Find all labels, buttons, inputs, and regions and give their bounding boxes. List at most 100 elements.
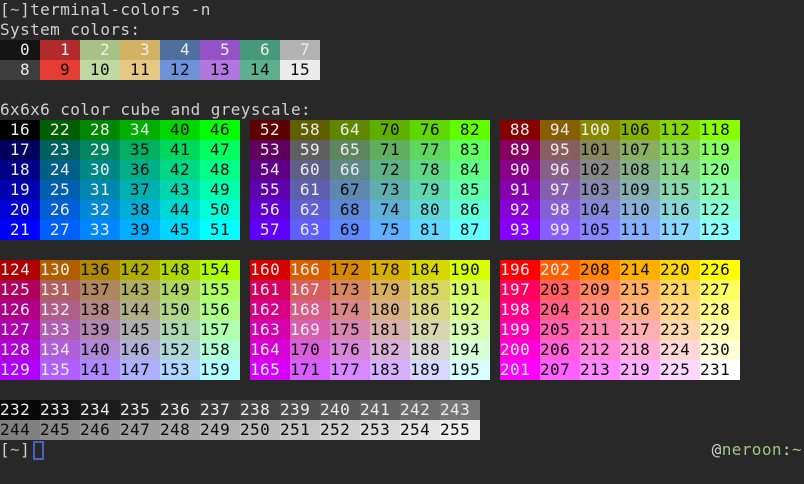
color-cell-58: 58	[290, 120, 330, 140]
color-cell-95: 95	[540, 140, 580, 160]
color-cell-149: 149	[160, 280, 200, 300]
color-cell-20: 20	[0, 200, 40, 220]
cube-row: 566268748086	[250, 200, 490, 220]
color-cell-144: 144	[120, 300, 160, 320]
terminal-screen[interactable]: [~]terminal-colors -n System colors: 012…	[0, 0, 804, 484]
color-cell-244: 244	[0, 420, 40, 440]
color-cell-65: 65	[330, 140, 370, 160]
color-cell-234: 234	[80, 400, 120, 420]
color-cell-157: 157	[200, 320, 240, 340]
color-cell-17: 17	[0, 140, 40, 160]
color-cell-160: 160	[250, 260, 290, 280]
color-cell-194: 194	[450, 340, 490, 360]
color-cell-122: 122	[700, 200, 740, 220]
color-cell-147: 147	[120, 360, 160, 380]
color-cell-154: 154	[200, 260, 240, 280]
color-cell-21: 21	[0, 220, 40, 240]
color-cell-90: 90	[500, 160, 540, 180]
greyscale-row-1: 232233234235236237238239240241242243	[0, 400, 804, 420]
color-cell-39: 39	[120, 220, 160, 240]
color-cell-222: 222	[660, 300, 700, 320]
color-cell-61: 61	[290, 180, 330, 200]
color-cell-158: 158	[200, 340, 240, 360]
color-cell-196: 196	[500, 260, 540, 280]
color-cell-38: 38	[120, 200, 160, 220]
cube-row: 201207213219225231	[500, 360, 740, 380]
cube-row: 198204210216222228	[500, 300, 740, 320]
cube-row: 9197103109115121	[500, 180, 740, 200]
color-cell-42: 42	[160, 160, 200, 180]
color-cell-16: 16	[0, 120, 40, 140]
color-cell-111: 111	[620, 220, 660, 240]
blank-line	[0, 240, 804, 260]
color-cell-181: 181	[370, 320, 410, 340]
color-cell-72: 72	[370, 160, 410, 180]
color-cell-251: 251	[280, 420, 320, 440]
color-cell-57: 57	[250, 220, 290, 240]
color-cell-105: 105	[580, 220, 620, 240]
cube-row: 199205211217223229	[500, 320, 740, 340]
color-cell-130: 130	[40, 260, 80, 280]
cube-row: 9399105111117123	[500, 220, 740, 240]
color-cell-229: 229	[700, 320, 740, 340]
color-cell-46: 46	[200, 120, 240, 140]
color-cell-220: 220	[660, 260, 700, 280]
color-cell-183: 183	[370, 360, 410, 380]
color-cell-192: 192	[450, 300, 490, 320]
cube-row: 192531374349	[0, 180, 240, 200]
color-cell-238: 238	[240, 400, 280, 420]
status-colon: :	[782, 440, 792, 459]
color-cell-232: 232	[0, 400, 40, 420]
color-cell-188: 188	[410, 340, 450, 360]
color-cell-30: 30	[80, 160, 120, 180]
color-cell-152: 152	[160, 340, 200, 360]
color-cell-221: 221	[660, 280, 700, 300]
color-cell-91: 91	[500, 180, 540, 200]
cube-row: 212733394551	[0, 220, 240, 240]
color-cell-193: 193	[450, 320, 490, 340]
prompt-tilde: ~	[10, 0, 20, 19]
blank-line	[0, 380, 804, 400]
color-cell-237: 237	[200, 400, 240, 420]
color-cell-213: 213	[580, 360, 620, 380]
cube-block-6: 1962022082142202261972032092152212271982…	[500, 260, 740, 380]
cube-row: 9096102108114120	[500, 160, 740, 180]
color-cell-27: 27	[40, 220, 80, 240]
status-at-sign: @	[712, 440, 722, 459]
color-cell-207: 207	[540, 360, 580, 380]
color-cell-250: 250	[240, 420, 280, 440]
color-cell-199: 199	[500, 320, 540, 340]
color-cell-109: 109	[620, 180, 660, 200]
status-username: neroon	[722, 440, 782, 459]
color-cell-205: 205	[540, 320, 580, 340]
color-cell-236: 236	[160, 400, 200, 420]
cube-label: 6x6x6 color cube and greyscale:	[0, 100, 804, 120]
color-cell-195: 195	[450, 360, 490, 380]
color-cell-248: 248	[160, 420, 200, 440]
color-cell-212: 212	[580, 340, 620, 360]
color-cell-253: 253	[360, 420, 400, 440]
color-cell-110: 110	[620, 200, 660, 220]
color-cell-124: 124	[0, 260, 40, 280]
cube-row: 161167173179185191	[250, 280, 490, 300]
color-cell-35: 35	[120, 140, 160, 160]
color-cell-114: 114	[660, 160, 700, 180]
color-cell-7: 7	[280, 40, 320, 60]
color-cell-148: 148	[160, 260, 200, 280]
cube-row: 9298104110116122	[500, 200, 740, 220]
color-cell-99: 99	[540, 220, 580, 240]
system-colors-label: System colors:	[0, 20, 804, 40]
color-cell-125: 125	[0, 280, 40, 300]
color-cell-224: 224	[660, 340, 700, 360]
color-cell-132: 132	[40, 300, 80, 320]
cube-row: 202632384450	[0, 200, 240, 220]
color-cell-33: 33	[80, 220, 120, 240]
color-cell-84: 84	[450, 160, 490, 180]
color-cell-216: 216	[620, 300, 660, 320]
color-cell-163: 163	[250, 320, 290, 340]
color-cell-51: 51	[200, 220, 240, 240]
color-cell-1: 1	[40, 40, 80, 60]
color-cell-50: 50	[200, 200, 240, 220]
color-cell-11: 11	[120, 60, 160, 80]
greyscale-row-2: 244245246247248249250251252253254255	[0, 420, 804, 440]
